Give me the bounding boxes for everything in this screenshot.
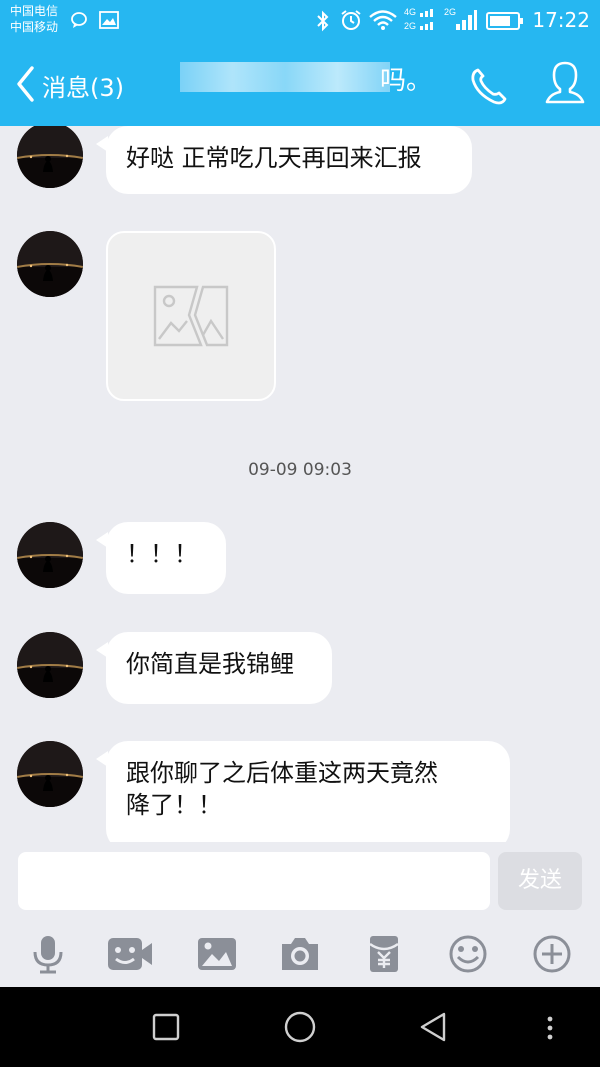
bluetooth-icon — [316, 10, 330, 36]
timestamp: 09-09 09:03 — [248, 460, 352, 480]
microphone-icon[interactable] — [26, 934, 70, 974]
network-2-label: 2G — [404, 21, 416, 31]
message-text: ！！！ — [126, 540, 198, 568]
picture-icon[interactable] — [196, 934, 240, 974]
system-navigation-bar — [0, 987, 600, 1067]
circle-icon[interactable] — [284, 1011, 316, 1047]
plus-icon[interactable] — [530, 934, 574, 974]
network-3-label: 2G — [444, 7, 456, 17]
message-bubble[interactable]: 你简直是我锦鲤 — [96, 632, 332, 704]
network-1-label: 4G — [404, 7, 416, 17]
camera-icon[interactable] — [278, 934, 322, 974]
red-packet-icon[interactable] — [362, 934, 406, 974]
triangle-icon[interactable] — [418, 1011, 448, 1047]
message-text: 好哒 正常吃几天再回来汇报 — [126, 144, 422, 172]
carrier-1: 中国电信 — [10, 4, 59, 18]
square-icon[interactable] — [152, 1013, 180, 1045]
message-bubble[interactable]: 跟你聊了之后体重这两天竟然 降了！！ — [96, 741, 510, 842]
carrier-2: 中国移动 — [10, 20, 59, 34]
alarm-icon — [340, 9, 362, 35]
chat-area[interactable]: 好哒 正常吃几天再回来汇报 09-09 09:03 ！！！ 你简直是我锦鲤 跟你… — [0, 126, 600, 842]
message-icon — [70, 11, 88, 33]
message-text: 你简直是我锦鲤 — [126, 650, 294, 678]
signal-2g-icon: 2G — [444, 6, 478, 38]
message-text-line: 跟你聊了之后体重这两天竟然 — [126, 759, 438, 787]
contact-name-blurred — [180, 62, 390, 92]
image-message[interactable] — [106, 231, 276, 401]
carrier-info: 中国电信 中国移动 — [10, 3, 58, 35]
status-bar: 中国电信 中国移动 4G 2G 2G 17:22 — [0, 0, 600, 42]
image-notification-icon — [99, 11, 119, 33]
emoji-icon[interactable] — [446, 934, 490, 974]
contact-name-suffix: 吗。 — [380, 66, 433, 96]
avatar[interactable] — [17, 741, 83, 807]
battery-icon — [486, 12, 524, 34]
send-button[interactable]: 发送 — [498, 852, 582, 910]
avatar[interactable] — [17, 126, 83, 188]
back-button[interactable] — [16, 66, 36, 106]
avatar[interactable] — [17, 632, 83, 698]
video-icon[interactable] — [106, 934, 154, 974]
message-bubble[interactable]: 好哒 正常吃几天再回来汇报 — [96, 126, 472, 194]
avatar[interactable] — [17, 231, 83, 297]
clock: 17:22 — [532, 8, 590, 32]
input-bar: 发送 — [0, 842, 600, 987]
chat-header: 消息(3) 吗。 — [0, 42, 600, 126]
more-icon[interactable] — [545, 1015, 555, 1045]
wifi-icon — [368, 9, 398, 35]
message-bubble[interactable]: ！！！ — [96, 522, 226, 594]
signal-4g-icon: 4G 2G — [404, 6, 438, 38]
message-text-line: 降了！！ — [126, 791, 222, 819]
user-icon[interactable] — [544, 60, 586, 110]
message-input[interactable] — [18, 852, 490, 910]
avatar[interactable] — [17, 522, 83, 588]
image-placeholder-icon — [153, 285, 229, 351]
back-label[interactable]: 消息(3) — [42, 68, 124, 103]
phone-icon[interactable] — [468, 66, 510, 112]
